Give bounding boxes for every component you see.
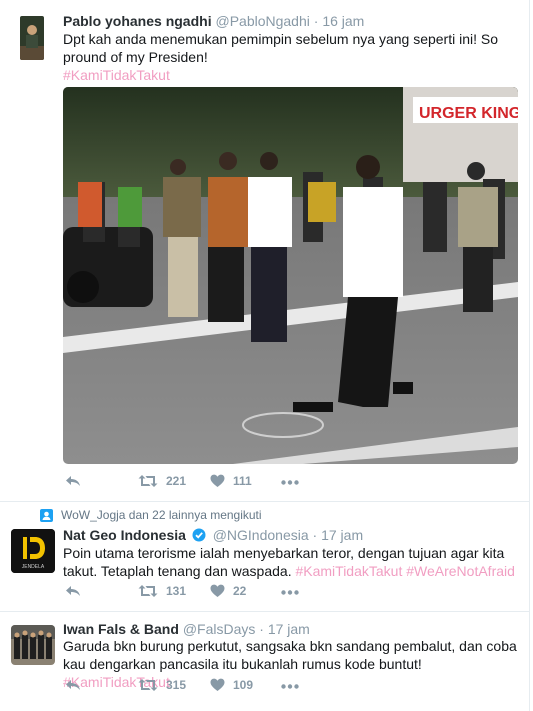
hashtag-link[interactable]: #WeAreNotAfraid	[406, 563, 515, 579]
burger-king-sign: URGER KING	[419, 105, 518, 122]
avatar[interactable]	[11, 625, 55, 665]
more-button[interactable]	[281, 480, 299, 485]
timestamp[interactable]: 17 jam	[268, 621, 310, 637]
like-button[interactable]: 111	[210, 474, 252, 488]
more-icon	[281, 480, 299, 485]
retweet-count: 221	[166, 474, 187, 488]
more-button[interactable]	[281, 684, 299, 689]
like-count: 111	[233, 474, 252, 488]
more-icon	[281, 590, 299, 595]
verified-badge-icon	[192, 528, 206, 542]
hashtag-link[interactable]: #KamiTidakTakut	[295, 563, 402, 579]
reply-button[interactable]	[65, 584, 81, 598]
person-icon	[40, 508, 53, 522]
reply-icon	[66, 680, 80, 690]
display-name[interactable]: Iwan Fals & Band	[63, 621, 179, 637]
reply-button[interactable]	[65, 474, 81, 488]
user-handle[interactable]: @FalsDays	[183, 621, 256, 637]
reply-icon	[66, 586, 80, 596]
retweet-count: 131	[166, 584, 187, 598]
separator: ·	[313, 13, 319, 29]
retweet-button[interactable]: 131	[138, 584, 186, 598]
tweet-body: Dpt kah anda menemukan pemimpin sebelum …	[63, 31, 499, 65]
more-icon	[281, 684, 299, 689]
retweet-icon	[138, 679, 158, 691]
tweet-text: Dpt kah anda menemukan pemimpin sebelum …	[63, 30, 521, 84]
user-handle[interactable]: @PabloNgadhi	[215, 13, 309, 29]
more-button[interactable]	[281, 590, 299, 595]
like-count: 22	[233, 584, 247, 598]
follow-context-text[interactable]: WoW_Jogja dan 22 lainnya mengikuti	[61, 508, 262, 522]
retweet-button[interactable]: 221	[138, 474, 186, 488]
like-button[interactable]: 22	[210, 584, 246, 598]
tweet-photo[interactable]: URGER KING	[63, 87, 518, 464]
tweet-pablo[interactable]: Pablo yohanes ngadhi @PabloNgadhi · 16 j…	[0, 0, 530, 502]
separator: ·	[259, 621, 264, 637]
retweet-icon	[138, 585, 158, 597]
tweet-body: Garuda bkn burung perkutut, sangsaka bkn…	[63, 638, 517, 672]
like-count: 109	[233, 678, 254, 692]
retweet-count: 315	[166, 678, 187, 692]
avatar[interactable]: JENDELA	[11, 529, 55, 573]
separator: ·	[312, 527, 318, 543]
tweet-text: Poin utama terorisme ialah menyebarkan t…	[63, 544, 521, 580]
hashtag-link[interactable]: #KamiTidakTakut	[63, 67, 170, 83]
heart-icon	[210, 584, 225, 597]
user-handle[interactable]: @NGIndonesia	[213, 527, 309, 543]
avatar[interactable]	[20, 16, 44, 60]
reply-button[interactable]	[65, 678, 81, 692]
tweet-actions: 131 22	[63, 584, 503, 604]
tweet-header: Iwan Fals & Band @FalsDays · 17 jam	[63, 621, 310, 637]
heart-icon	[210, 678, 225, 691]
retweet-icon	[138, 475, 158, 487]
display-name[interactable]: Nat Geo Indonesia	[63, 527, 186, 543]
display-name[interactable]: Pablo yohanes ngadhi	[63, 13, 212, 29]
reply-icon	[66, 476, 80, 486]
tweet-header: Pablo yohanes ngadhi @PabloNgadhi · 16 j…	[63, 13, 364, 29]
follow-context: WoW_Jogja dan 22 lainnya mengikuti	[40, 508, 262, 522]
timeline-feed: Pablo yohanes ngadhi @PabloNgadhi · 16 j…	[0, 0, 530, 711]
avatar-label: JENDELA	[22, 564, 45, 570]
like-button[interactable]: 109	[210, 678, 253, 692]
tweet-actions: 221 111	[63, 474, 503, 494]
timestamp[interactable]: 16 jam	[322, 13, 364, 29]
tweet-actions: 315 109	[63, 678, 503, 698]
retweet-button[interactable]: 315	[138, 678, 186, 692]
tweet-header: Nat Geo Indonesia @NGIndonesia · 17 jam	[63, 527, 363, 543]
timestamp[interactable]: 17 jam	[321, 527, 363, 543]
heart-icon	[210, 474, 225, 487]
